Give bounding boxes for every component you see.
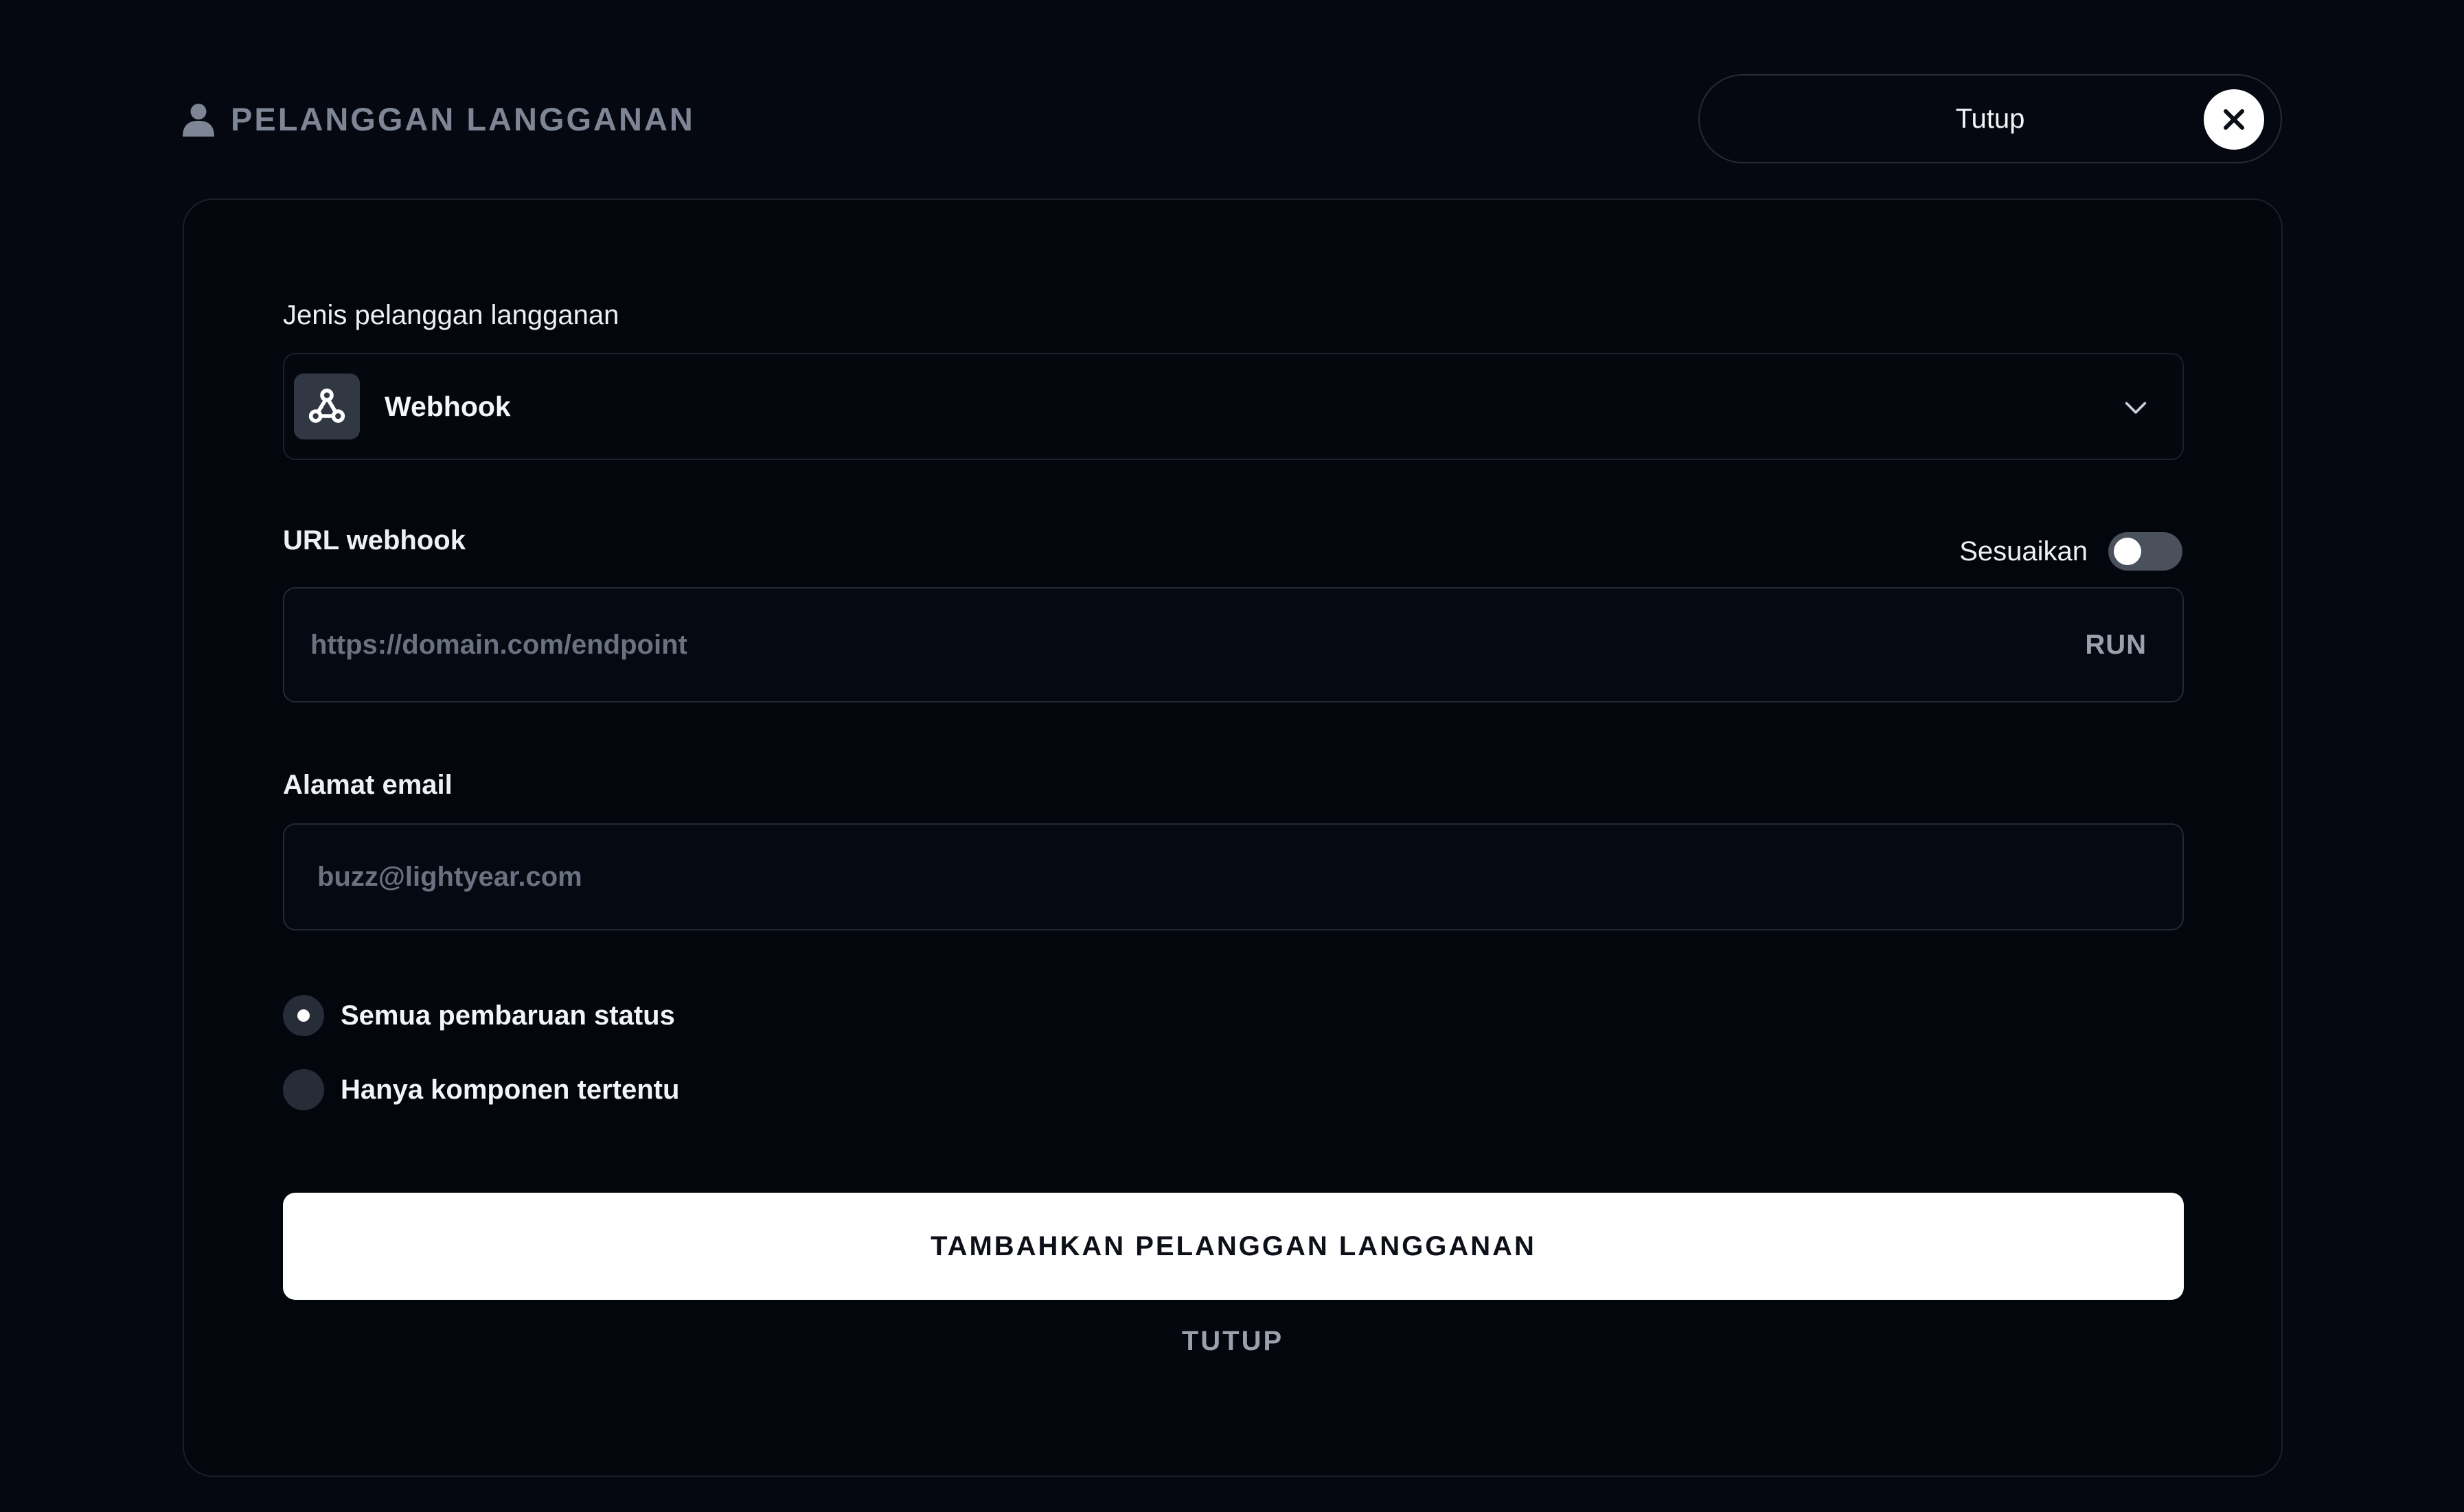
customize-toggle-row: Sesuaikan	[1959, 532, 2182, 571]
radio-all-status-updates[interactable]: Semua pembaruan status	[283, 995, 675, 1036]
radio-label-all-updates: Semua pembaruan status	[341, 1000, 675, 1031]
toggle-knob	[2114, 538, 2141, 565]
webhook-url-label: URL webhook	[283, 525, 466, 555]
close-icon	[2224, 109, 2244, 130]
add-subscriber-button[interactable]: TAMBAHKAN PELANGGAN LANGGANAN	[283, 1193, 2184, 1300]
webhook-tile	[294, 374, 360, 439]
customize-toggle[interactable]	[2108, 532, 2182, 571]
subscriber-page: PELANGGAN LANGGANAN Tutup Jenis pelangga…	[0, 0, 2464, 1512]
webhook-url-field: RUN	[283, 587, 2184, 702]
close-pill-label: Tutup	[1955, 103, 2025, 134]
person-icon	[183, 103, 214, 137]
email-label: Alamat email	[283, 770, 453, 800]
subscriber-type-select[interactable]: Webhook	[283, 353, 2184, 460]
radio-button-checked[interactable]	[283, 995, 324, 1036]
page-title: PELANGGAN LANGGANAN	[231, 101, 695, 137]
radio-specific-components[interactable]: Hanya komponen tertentu	[283, 1069, 679, 1110]
chevron-down-icon	[2125, 402, 2147, 414]
customize-label: Sesuaikan	[1959, 536, 2088, 566]
radio-label-specific-components: Hanya komponen tertentu	[341, 1074, 680, 1105]
webhook-url-input[interactable]	[284, 588, 2086, 701]
close-button[interactable]	[2204, 89, 2264, 150]
subscriber-type-value: Webhook	[385, 390, 511, 422]
subscriber-form-card: Jenis pelanggan langganan Webhook URL we…	[183, 198, 2283, 1477]
radio-button-unchecked[interactable]	[283, 1069, 324, 1110]
page-header: PELANGGAN LANGGANAN	[183, 100, 695, 138]
subscriber-type-label: Jenis pelanggan langganan	[283, 300, 619, 330]
email-field	[283, 823, 2184, 930]
run-button[interactable]: RUN	[2085, 630, 2147, 661]
email-input[interactable]	[284, 825, 2182, 929]
close-pill-button[interactable]: Tutup	[1698, 74, 2282, 163]
webhook-icon	[308, 388, 345, 423]
cancel-button[interactable]: TUTUP	[184, 1326, 2281, 1357]
